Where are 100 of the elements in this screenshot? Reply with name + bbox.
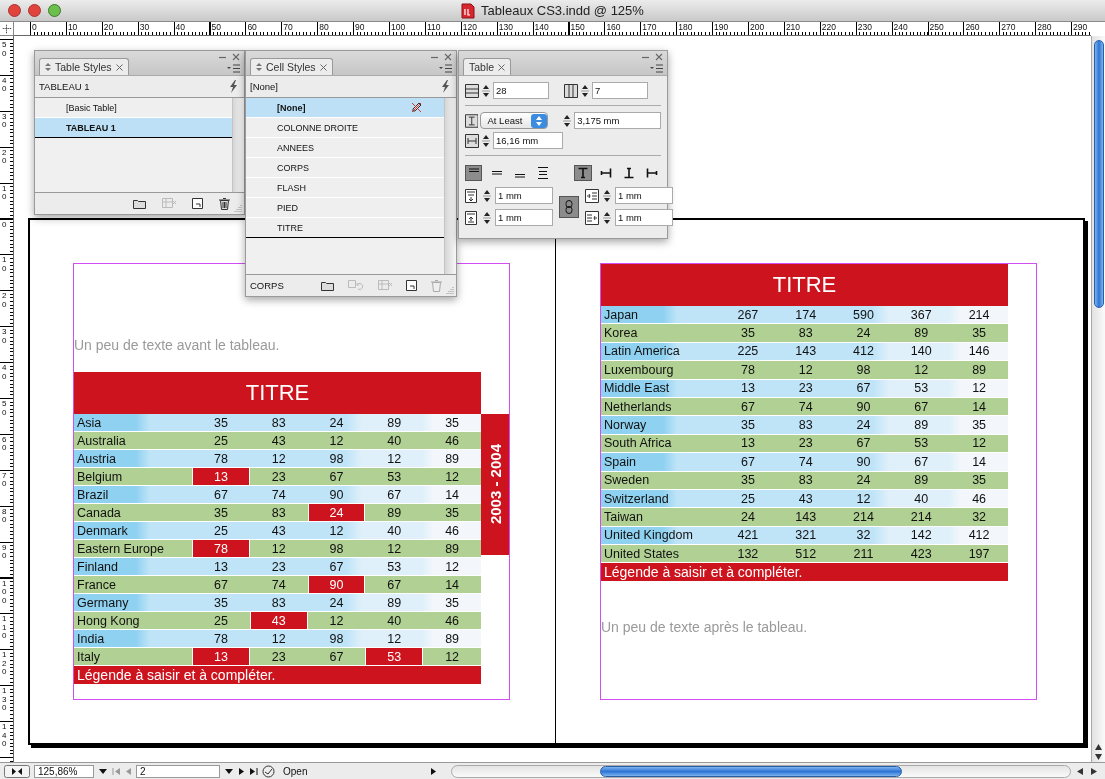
table-cell-text: 421 xyxy=(736,527,760,545)
scroll-down-arrow[interactable] xyxy=(1093,752,1104,762)
ruler-number: 20 xyxy=(2,292,8,310)
table-cell-text: 12 xyxy=(971,435,988,453)
scroll-up-arrow[interactable] xyxy=(1093,742,1104,752)
table-cell-text: 78 xyxy=(739,361,756,379)
close-icon[interactable] xyxy=(655,53,663,61)
table-cell-text: 83 xyxy=(270,504,287,521)
vertical-align-button[interactable] xyxy=(465,165,483,181)
table-cell-text: 12 xyxy=(270,540,287,557)
table-cell-text: Japan xyxy=(603,306,640,324)
panel-tab[interactable]: Cell Styles xyxy=(250,58,333,75)
folder-icon[interactable] xyxy=(321,280,334,291)
table-cell-text: 25 xyxy=(212,612,229,629)
ruler-number: 70 xyxy=(282,22,294,32)
ruler-origin-icon[interactable] xyxy=(0,22,14,36)
table-cell-text: 43 xyxy=(270,522,287,539)
body-rows-field[interactable]: 28 xyxy=(493,82,549,99)
zoom-button[interactable] xyxy=(48,4,61,17)
table-cell-text: 12 xyxy=(386,540,403,557)
table-cell-text: 321 xyxy=(794,527,818,545)
panel-menu-icon[interactable] xyxy=(439,64,452,73)
table-cell-text: 590 xyxy=(852,306,875,324)
dropdown-arrow-icon[interactable] xyxy=(98,767,108,775)
text-rotation-button[interactable] xyxy=(574,165,592,181)
close-icon[interactable] xyxy=(232,53,240,61)
table-cell-text: 40 xyxy=(386,612,403,629)
bottom-inset-field[interactable]: 1 mm xyxy=(495,209,553,226)
scroll-left-arrow[interactable] xyxy=(1075,765,1085,777)
ruler-number: 110 xyxy=(2,615,8,641)
table-cell-text: 14 xyxy=(444,486,461,503)
scrollbar-thumb[interactable] xyxy=(1093,40,1104,308)
table-cell-text: 423 xyxy=(909,545,933,563)
right-inset-field[interactable]: 1 mm xyxy=(615,209,673,226)
horizontal-scrollbar[interactable] xyxy=(451,764,1071,778)
style-item[interactable]: TABLEAU 1 xyxy=(35,118,232,138)
split-arrows-icon[interactable] xyxy=(4,764,30,778)
folder-icon[interactable] xyxy=(133,198,146,209)
close-icon[interactable] xyxy=(498,63,506,71)
preflight-icon[interactable] xyxy=(262,764,275,778)
table-cell-text: 35 xyxy=(739,325,756,342)
vertical-scrollbar[interactable] xyxy=(1091,36,1105,762)
resize-grip-icon[interactable] xyxy=(234,204,242,212)
table-cell-text: 83 xyxy=(797,325,814,342)
table-cell-text: Netherlands xyxy=(603,398,673,416)
scrollbar-track[interactable] xyxy=(232,98,244,192)
table-cell-text: 83 xyxy=(270,594,287,611)
table-cell-text: 98 xyxy=(328,630,345,647)
ruler-number: 270 xyxy=(1000,22,1017,32)
panel-tab[interactable]: Table Styles xyxy=(39,58,129,75)
ruler-number: 20 xyxy=(2,148,8,166)
ruler-number: 80 xyxy=(318,22,330,32)
style-item[interactable]: [None] xyxy=(246,98,444,118)
close-icon[interactable] xyxy=(319,63,327,71)
trash-icon[interactable] xyxy=(219,197,230,210)
ruler-number: 210 xyxy=(784,22,802,32)
resize-grip-icon[interactable] xyxy=(446,286,454,294)
page-number-field[interactable]: 2 xyxy=(136,764,220,778)
table-cell-text: Taiwan xyxy=(603,509,644,526)
minimize-button[interactable] xyxy=(28,4,41,17)
column-width-field[interactable]: 16,16 mm xyxy=(493,132,563,149)
close-icon[interactable] xyxy=(115,63,123,71)
new-item-icon[interactable] xyxy=(192,198,203,209)
zoom-field[interactable]: 125,86% xyxy=(34,764,94,778)
table-cell-text: 89 xyxy=(444,540,461,557)
table-cell-text: 35 xyxy=(739,417,756,434)
new-item-icon[interactable] xyxy=(406,280,417,291)
ruler-number: 30 xyxy=(2,328,8,346)
next-page-icon[interactable] xyxy=(238,766,245,776)
scrollbar-track[interactable] xyxy=(444,98,456,274)
table-cell-text: 12 xyxy=(797,361,814,379)
table-cell-text: 12 xyxy=(386,450,403,467)
table-cell-text: 12 xyxy=(855,490,872,508)
table-cell-text: 25 xyxy=(739,490,756,508)
panel-menu-icon[interactable] xyxy=(650,64,663,73)
row-height-field[interactable]: 3,175 mm xyxy=(574,112,661,129)
table-cell-text: 12 xyxy=(444,468,461,485)
table-cell-text: 35 xyxy=(444,504,461,521)
left-inset-field[interactable]: 1 mm xyxy=(615,187,673,204)
top-inset-field[interactable]: 1 mm xyxy=(495,187,553,204)
status-dropdown[interactable]: Open xyxy=(279,765,439,777)
ruler-number: 290 xyxy=(1072,22,1089,32)
panel-menu-icon[interactable] xyxy=(227,64,240,73)
close-icon[interactable] xyxy=(444,53,452,61)
table-cell-text: 67 xyxy=(212,576,229,593)
scroll-right-arrow[interactable] xyxy=(1089,765,1099,777)
columns-field[interactable]: 7 xyxy=(592,82,648,99)
link-insets-button[interactable] xyxy=(559,195,579,218)
row-height-dropdown[interactable]: At Least xyxy=(480,112,549,129)
table-cell-text: 14 xyxy=(444,576,461,593)
close-button[interactable] xyxy=(8,4,21,17)
dropdown-arrow-icon[interactable] xyxy=(224,767,234,775)
table-cell-text: 13 xyxy=(739,435,756,453)
scrollbar-thumb[interactable] xyxy=(600,765,902,777)
last-page-icon[interactable] xyxy=(249,766,258,776)
panel-tab[interactable]: Table xyxy=(463,58,512,75)
table-cell-text: 142 xyxy=(909,527,933,545)
ruler-number: 150 xyxy=(569,22,586,32)
lightning-icon[interactable] xyxy=(441,80,450,93)
lightning-icon[interactable] xyxy=(229,80,238,93)
